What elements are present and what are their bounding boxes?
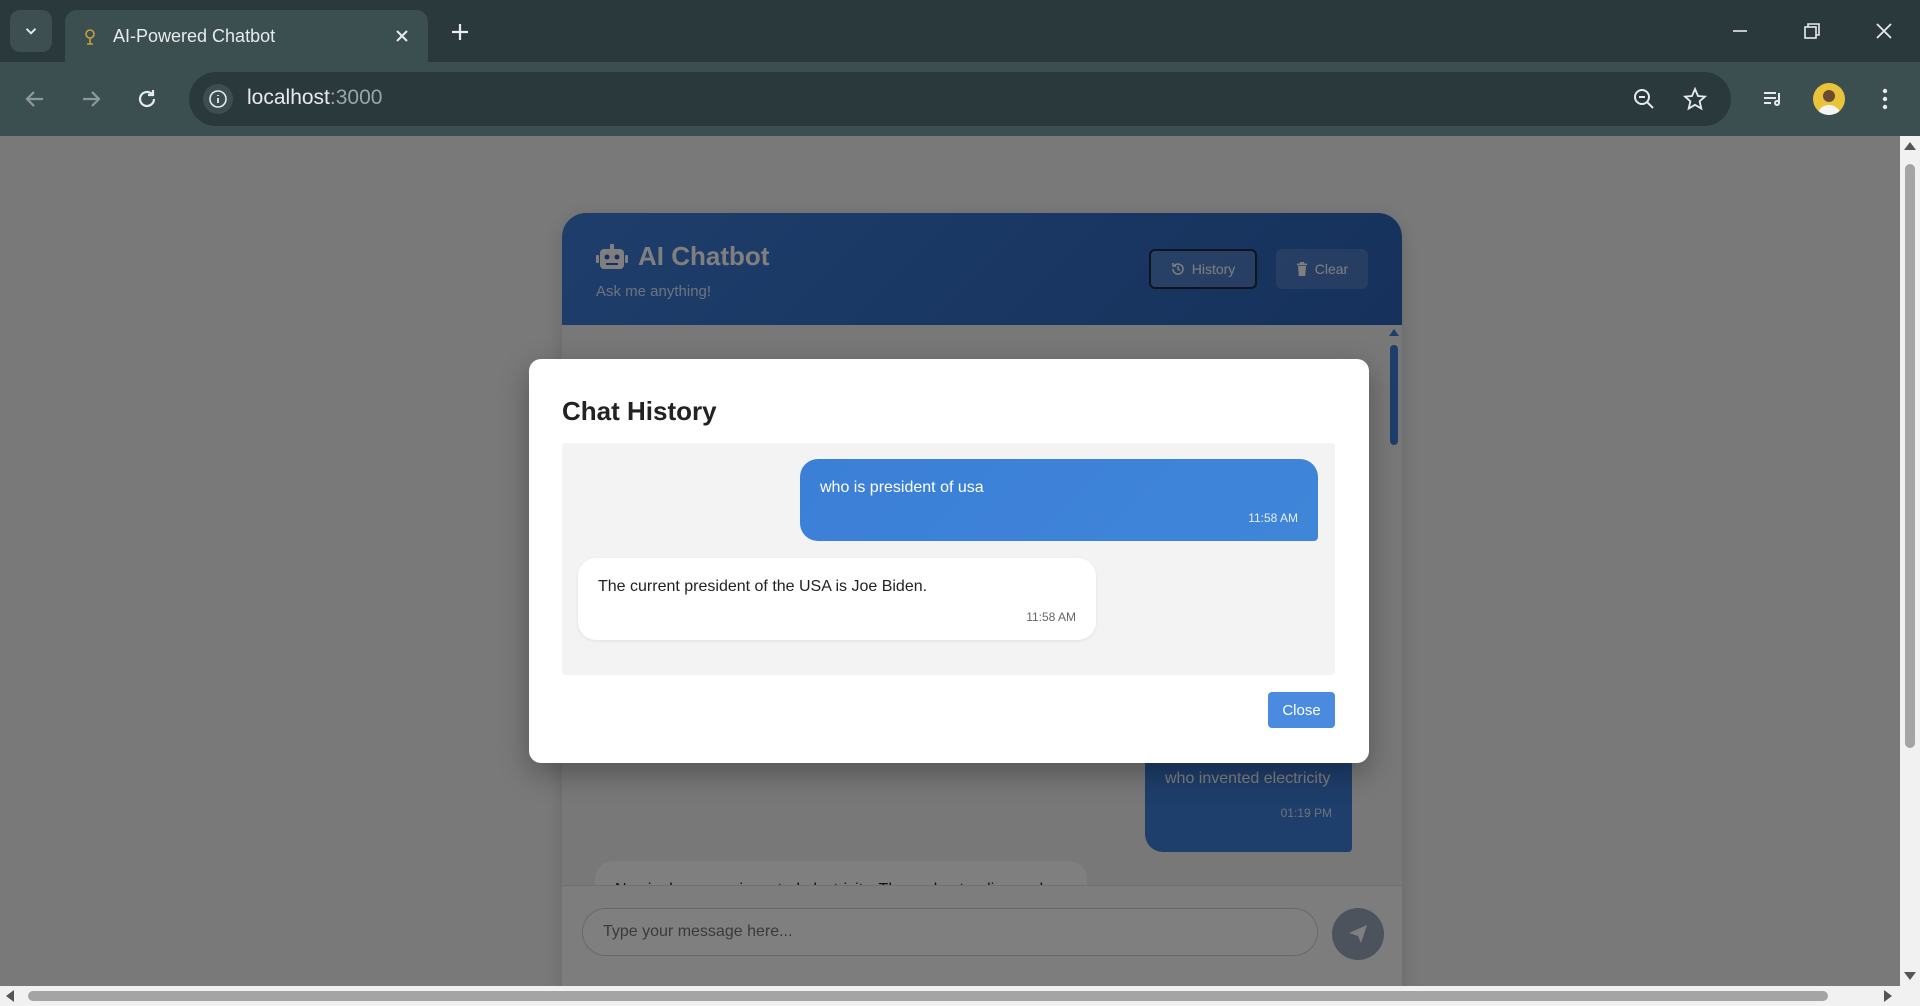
avatar-icon [1813, 83, 1845, 115]
reload-icon [138, 90, 156, 108]
scroll-down-arrow[interactable] [1904, 972, 1916, 980]
history-message-user: who is president of usa 11:58 AM [800, 459, 1318, 541]
close-button[interactable]: Close [1268, 692, 1335, 728]
scroll-up-arrow[interactable] [1904, 142, 1916, 150]
message-text: The current president of the USA is Joe … [598, 578, 928, 595]
modal-title: Chat History [562, 396, 717, 426]
address-bar[interactable]: localhost:3000 [189, 72, 1731, 126]
url-text: localhost:3000 [247, 86, 382, 110]
profile-avatar[interactable] [1808, 78, 1850, 120]
chevron-down-icon [25, 28, 37, 35]
message-time: 11:58 AM [1026, 610, 1076, 624]
tab-close-icon[interactable] [390, 24, 414, 48]
message-text: who is president of usa [820, 479, 984, 496]
media-control-icon[interactable] [1752, 78, 1794, 120]
browser-tab[interactable]: AI-Powered Chatbot [65, 10, 428, 62]
chat-history-modal: Chat History who is president of usa 11:… [529, 359, 1369, 763]
tab-favicon-icon [85, 29, 95, 45]
page-horizontal-scrollbar[interactable] [0, 986, 1920, 1006]
minimize-button[interactable] [1716, 8, 1764, 54]
menu-kebab-icon[interactable] [1864, 78, 1906, 120]
horizontal-scroll-thumb[interactable] [28, 991, 1828, 1001]
restore-icon [1804, 23, 1820, 39]
url-port: :3000 [329, 86, 383, 109]
back-button[interactable] [13, 77, 57, 121]
scroll-right-arrow[interactable] [1884, 990, 1892, 1002]
reload-button[interactable] [125, 77, 169, 121]
bookmark-star-icon[interactable] [1680, 84, 1710, 114]
tab-title: AI-Powered Chatbot [113, 26, 276, 46]
arrow-right-icon [83, 91, 101, 107]
tab-search-button[interactable] [10, 10, 52, 52]
forward-button[interactable] [69, 77, 113, 121]
history-list[interactable]: who is president of usa 11:58 AM The cur… [562, 443, 1335, 675]
new-tab-button[interactable] [442, 14, 478, 50]
arrow-left-icon [25, 91, 43, 107]
url-host: localhost [247, 86, 330, 109]
restore-button[interactable] [1788, 8, 1836, 54]
plus-icon [452, 24, 468, 40]
minimize-icon [1733, 30, 1747, 32]
page-vertical-scrollbar[interactable] [1900, 136, 1920, 986]
zoom-icon[interactable] [1629, 84, 1659, 114]
scroll-left-arrow[interactable] [6, 990, 14, 1002]
tab-strip: AI-Powered Chatbot [0, 0, 1920, 62]
browser-toolbar: localhost:3000 [0, 62, 1920, 136]
message-time: 11:58 AM [1248, 511, 1298, 525]
history-message-bot: The current president of the USA is Joe … [578, 558, 1096, 640]
close-icon [1876, 23, 1892, 39]
site-info-icon[interactable] [203, 84, 233, 114]
page-viewport: AI Chatbot Ask me anything! History Clea… [0, 136, 1900, 986]
vertical-scroll-thumb[interactable] [1905, 164, 1915, 748]
close-window-button[interactable] [1860, 8, 1908, 54]
